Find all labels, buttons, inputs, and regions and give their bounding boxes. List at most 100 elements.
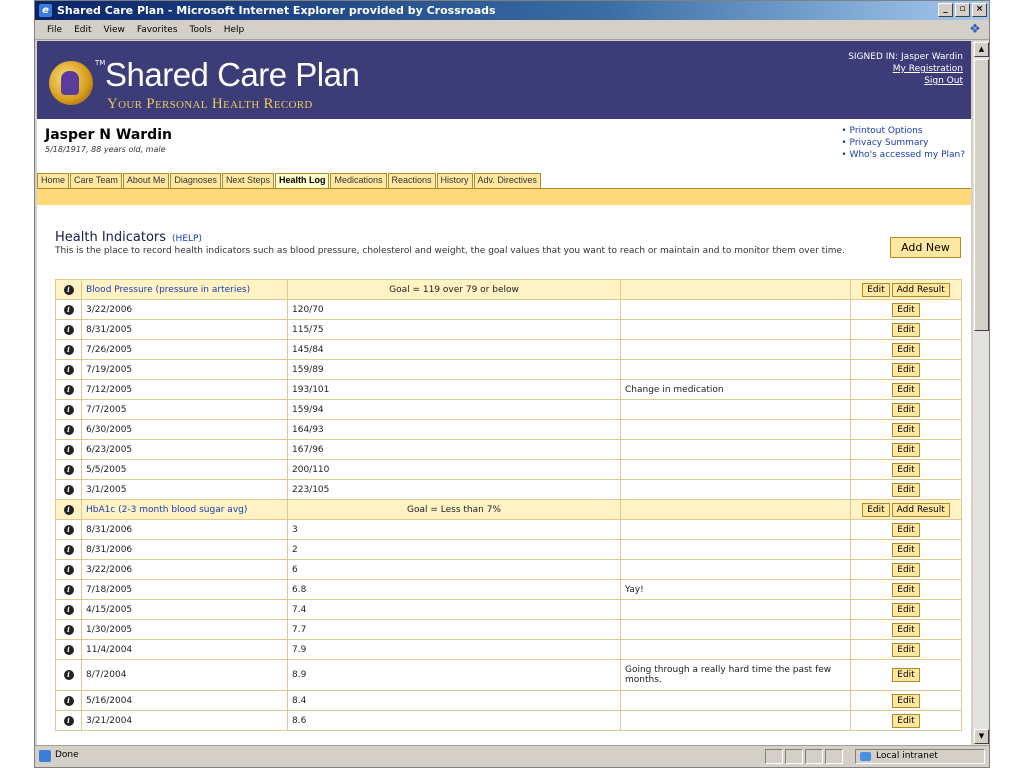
note-cell [620,339,851,360]
info-icon[interactable]: i [63,644,74,655]
value-cell: 200/110 [287,459,621,480]
info-icon[interactable]: i [63,624,74,635]
edit-button[interactable]: Edit [892,382,920,397]
date-cell: 7/7/2005 [81,399,288,420]
tab-history[interactable]: History [436,173,473,188]
add-result-button[interactable]: Add Result [891,282,950,297]
health-log-table: i Blood Pressure (pressure in arteries) Go… [55,279,962,731]
quick-link[interactable]: Privacy Summary [841,137,965,149]
info-icon[interactable]: i [63,524,74,535]
sign-out-link[interactable]: Sign Out [848,75,963,87]
tab-health-log[interactable]: Health Log [274,173,330,188]
info-icon[interactable]: i [63,604,74,615]
edit-button[interactable]: Edit [892,562,920,577]
edit-button[interactable]: Edit [892,302,920,317]
edit-button[interactable]: Edit [892,693,920,708]
info-icon[interactable]: i [63,715,74,726]
info-icon[interactable]: i [63,484,74,495]
info-icon[interactable]: i [63,670,74,680]
info-icon[interactable]: i [63,695,74,706]
info-icon[interactable]: i [63,584,74,595]
edit-button[interactable]: Edit [892,362,920,377]
info-icon[interactable]: i [63,344,74,355]
maximize-button[interactable]: ▫ [955,3,970,17]
menu-file[interactable]: File [41,25,68,35]
edit-button[interactable]: Edit [892,668,920,682]
table-row: i 8/31/2005 115/75 Edit [55,319,962,340]
edit-button[interactable]: Edit [892,322,920,337]
info-icon[interactable]: i [63,564,74,575]
date-cell: 4/15/2005 [81,599,288,620]
edit-button[interactable]: Edit [892,642,920,657]
date-cell: 6/23/2005 [81,439,288,460]
info-icon[interactable]: i [63,304,74,315]
info-icon[interactable]: i [63,284,74,295]
tab-next-steps[interactable]: Next Steps [221,173,274,188]
status-text: Done [39,750,79,762]
date-cell: 6/30/2005 [81,419,288,440]
tab-medications[interactable]: Medications [330,173,387,188]
menu-tools[interactable]: Tools [184,25,218,35]
info-icon[interactable]: i [63,504,74,515]
my-registration-link[interactable]: My Registration [848,63,963,75]
menu-help[interactable]: Help [218,25,251,35]
edit-button[interactable]: Edit [892,462,920,477]
close-button[interactable]: × [972,3,987,17]
windows-logo-icon: ❖ [969,22,981,37]
scroll-up-icon[interactable]: ▲ [974,42,989,57]
edit-button[interactable]: Edit [892,442,920,457]
info-cell: i [55,499,82,520]
menu-edit[interactable]: Edit [68,25,97,35]
value-cell: 120/70 [287,299,621,320]
info-icon[interactable]: i [63,544,74,555]
help-link[interactable]: (HELP) [172,234,202,244]
scroll-down-icon[interactable]: ▼ [974,729,989,744]
table-row: i 7/7/2005 159/94 Edit [55,399,962,420]
edit-button[interactable]: Edit [892,342,920,357]
info-icon[interactable]: i [63,424,74,435]
edit-button[interactable]: Edit [892,482,920,497]
tab-about-me[interactable]: About Me [122,173,170,188]
edit-button[interactable]: Edit [892,422,920,437]
vertical-scrollbar[interactable]: ▲ ▼ [972,41,989,745]
tab-adv-directives[interactable]: Adv. Directives [473,173,541,188]
scroll-thumb[interactable] [974,59,989,331]
tab-home[interactable]: Home [37,173,70,188]
edit-button[interactable]: Edit [892,622,920,637]
edit-button[interactable]: Edit [862,282,890,297]
edit-button[interactable]: Edit [862,502,890,517]
edit-button[interactable]: Edit [892,602,920,617]
menu-favorites[interactable]: Favorites [131,25,184,35]
info-icon[interactable]: i [63,324,74,335]
tab-reactions[interactable]: Reactions [387,173,436,188]
info-icon[interactable]: i [63,444,74,455]
edit-button[interactable]: Edit [892,542,920,557]
quick-link[interactable]: Who's accessed my Plan? [841,149,965,161]
note-cell [620,559,851,580]
note-cell [620,299,851,320]
info-icon[interactable]: i [63,464,74,475]
info-cell: i [55,319,82,340]
title-bar[interactable]: e Shared Care Plan - Microsoft Internet … [35,1,989,20]
info-icon[interactable]: i [63,364,74,375]
menu-view[interactable]: View [98,25,131,35]
quick-link[interactable]: Printout Options [841,125,965,137]
indicator-name[interactable]: Blood Pressure (pressure in arteries) [81,279,288,300]
tab-care-team[interactable]: Care Team [70,173,122,188]
minimize-button[interactable]: _ [938,3,953,17]
edit-button[interactable]: Edit [892,582,920,597]
add-new-button[interactable]: Add New [890,237,961,258]
note-cell [620,319,851,340]
edit-button[interactable]: Edit [892,713,920,728]
value-cell: 115/75 [287,319,621,340]
info-icon[interactable]: i [63,404,74,415]
info-icon[interactable]: i [63,384,74,395]
edit-button[interactable]: Edit [892,522,920,537]
note-cell [620,499,851,520]
indicator-name[interactable]: HbA1c (2-3 month blood sugar avg) [81,499,288,520]
info-cell: i [55,599,82,620]
tab-diagnoses[interactable]: Diagnoses [170,173,221,188]
add-result-button[interactable]: Add Result [891,502,950,517]
note-cell [620,519,851,540]
edit-button[interactable]: Edit [892,402,920,417]
